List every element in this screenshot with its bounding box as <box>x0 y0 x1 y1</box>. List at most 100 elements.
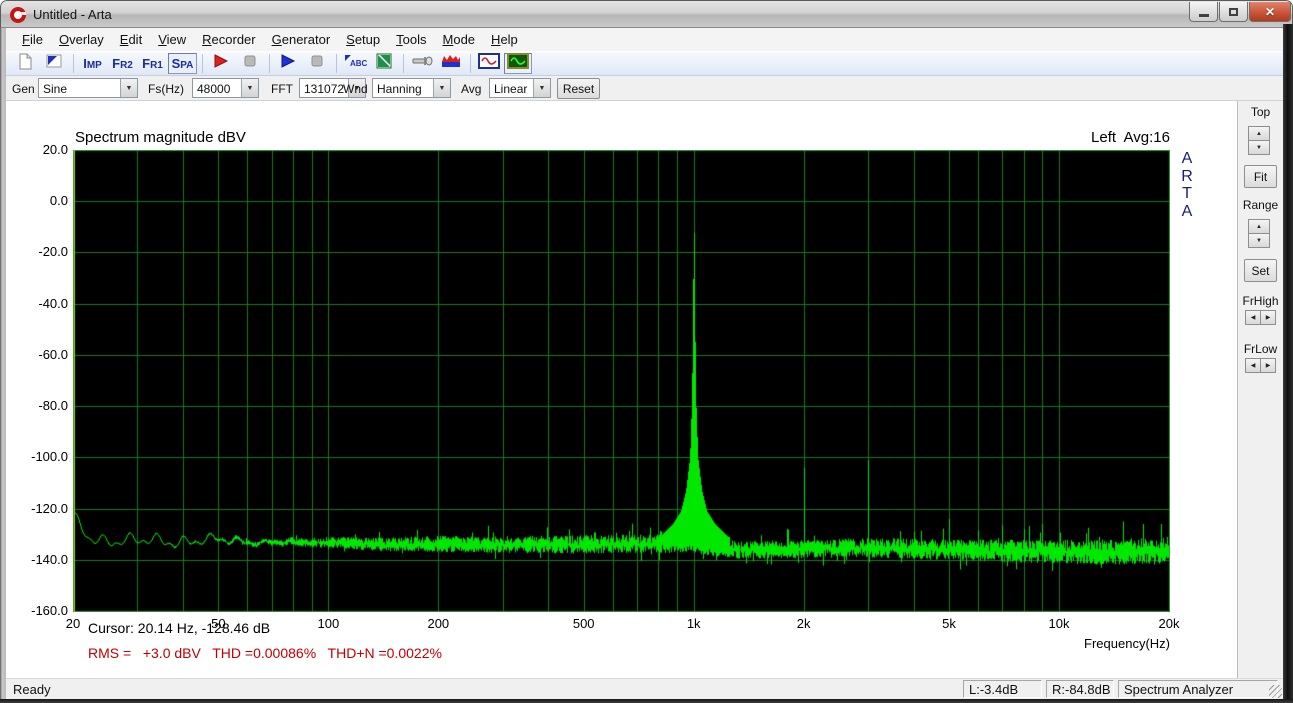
right-channel-level: R:-84.8dB <box>1046 680 1114 698</box>
frlow-right-button[interactable]: ▶ <box>1260 358 1276 373</box>
maximize-icon <box>1229 8 1238 16</box>
window-border-right <box>1283 24 1293 703</box>
arta-letter: R <box>1177 168 1197 186</box>
arta-letter: T <box>1177 185 1197 203</box>
generator-select[interactable]: Sine ▼ <box>38 78 138 98</box>
scale-chart-icon <box>375 52 393 75</box>
frequency-response-2ch-mode-button[interactable]: FR2 <box>108 53 137 74</box>
scale-chart-button[interactable] <box>370 53 398 74</box>
side-panel: Top ▲ ▼ Fit Range ▲ ▼ Set FrHigh ◀ ▶ FrL… <box>1238 101 1283 678</box>
arrow-left-icon: ◀ <box>1251 362 1256 369</box>
play-button[interactable] <box>274 53 302 74</box>
x-tick-label: 200 <box>408 616 468 631</box>
toolbar-separator <box>470 54 471 73</box>
signal-generator-sine-icon <box>478 52 500 75</box>
generator-active-icon <box>507 52 529 75</box>
x-axis-label: Frequency(Hz) <box>964 636 1170 651</box>
minimize-button[interactable] <box>1189 2 1218 22</box>
frhigh-right-button[interactable]: ▶ <box>1260 310 1276 325</box>
menu-view[interactable]: View <box>150 29 194 50</box>
play-icon <box>279 52 297 75</box>
svg-text:ABC: ABC <box>350 59 367 68</box>
window-function-value: Hanning <box>377 82 422 96</box>
fft-size-value: 131072 <box>304 82 344 96</box>
stop-record-icon <box>241 52 259 75</box>
close-button[interactable]: ✕ <box>1249 2 1291 22</box>
frhigh-label: FrHigh <box>1238 294 1283 308</box>
range-down-button[interactable]: ▼ <box>1248 233 1270 248</box>
overlay-button[interactable] <box>40 53 68 74</box>
arta-app-icon <box>10 7 26 23</box>
rms-thd-readout: RMS = +3.0 dBV THD =0.00086% THD+N =0.00… <box>88 645 442 661</box>
menu-tools[interactable]: Tools <box>388 29 434 50</box>
record-button[interactable] <box>207 53 235 74</box>
menu-recorder[interactable]: Recorder <box>194 29 263 50</box>
frlow-spinner: ◀ ▶ <box>1245 358 1276 373</box>
microphone-setup-button[interactable] <box>408 53 436 74</box>
close-icon: ✕ <box>1265 5 1275 19</box>
window-border-bottom <box>0 699 1293 703</box>
toolbar: IMPFR2 FR1 SPA ABC <box>6 51 1283 76</box>
x-tick-label: 1k <box>664 616 724 631</box>
maximize-button[interactable] <box>1219 2 1248 22</box>
status-bar: Ready L:-3.4dB R:-84.8dB Spectrum Analyz… <box>6 678 1283 699</box>
calibrate-abc-button[interactable]: ABC <box>341 53 369 74</box>
x-tick-label: 50 <box>188 616 248 631</box>
toolbar-separator <box>269 54 270 73</box>
stop-play-icon <box>308 52 326 75</box>
averaging-select[interactable]: Linear ▼ <box>489 78 551 98</box>
arta-letter: A <box>1177 203 1197 221</box>
menu-file[interactable]: File <box>14 29 51 50</box>
x-tick-label: 100 <box>298 616 358 631</box>
stop-record-button[interactable] <box>236 53 264 74</box>
spectrum-plot[interactable] <box>73 150 1170 612</box>
generator-value: Sine <box>43 82 67 96</box>
window-function-select[interactable]: Hanning ▼ <box>372 78 451 98</box>
sample-rate-select[interactable]: 48000 ▼ <box>192 78 259 98</box>
arta-logo: ARTA <box>1177 150 1197 220</box>
menu-mode[interactable]: Mode <box>435 29 484 50</box>
generator-active-button[interactable] <box>504 53 532 74</box>
arrow-up-icon: ▲ <box>1256 224 1262 230</box>
stop-play-button[interactable] <box>303 53 331 74</box>
menu-help[interactable]: Help <box>483 29 526 50</box>
averaging-value: Linear <box>494 82 527 96</box>
set-button[interactable]: Set <box>1244 259 1277 282</box>
resize-grip[interactable] <box>1269 685 1282 698</box>
signal-generator-sine-button[interactable] <box>475 53 503 74</box>
arta-window: Untitled - Arta ✕ FileOverlayEditViewRec… <box>0 0 1293 703</box>
frequency-response-1ch-mode-label: FR1 <box>142 56 163 71</box>
range-up-button[interactable]: ▲ <box>1248 219 1270 234</box>
gen-label: Gen <box>12 82 35 96</box>
top-up-button[interactable]: ▲ <box>1248 126 1270 141</box>
menu-overlay[interactable]: Overlay <box>51 29 112 50</box>
toolbar-separator <box>403 54 404 73</box>
rta-display-button[interactable] <box>437 53 465 74</box>
rta-display-icon <box>441 52 461 75</box>
y-tick-label: -140.0 <box>6 552 68 567</box>
frequency-response-1ch-mode-button[interactable]: FR1 <box>138 53 167 74</box>
title-bar[interactable]: Untitled - Arta ✕ <box>0 0 1293 28</box>
y-tick-label: -60.0 <box>6 347 68 362</box>
frlow-left-button[interactable]: ◀ <box>1245 358 1261 373</box>
fit-button[interactable]: Fit <box>1244 165 1277 188</box>
menu-setup[interactable]: Setup <box>338 29 388 50</box>
menu-edit[interactable]: Edit <box>112 29 150 50</box>
menu-generator[interactable]: Generator <box>264 29 339 50</box>
wnd-label: Wnd <box>343 82 368 96</box>
new-file-button[interactable] <box>11 53 39 74</box>
calibrate-abc-icon: ABC <box>343 52 367 75</box>
spectrum-analyzer-mode-label: SPA <box>172 56 194 71</box>
microphone-setup-icon <box>411 52 433 75</box>
chevron-down-icon: ▼ <box>433 79 450 97</box>
top-label: Top <box>1238 105 1283 119</box>
reset-button[interactable]: Reset <box>557 78 600 99</box>
spectrum-analyzer-mode-button[interactable]: SPA <box>168 53 197 74</box>
caption-buttons: ✕ <box>1189 2 1291 22</box>
top-down-button[interactable]: ▼ <box>1248 140 1270 155</box>
avg-label: Avg <box>461 82 481 96</box>
frhigh-left-button[interactable]: ◀ <box>1245 310 1261 325</box>
impulse-response-mode-button[interactable]: IMP <box>78 53 107 74</box>
frlow-label: FrLow <box>1238 342 1283 356</box>
x-tick-label: 2k <box>774 616 834 631</box>
